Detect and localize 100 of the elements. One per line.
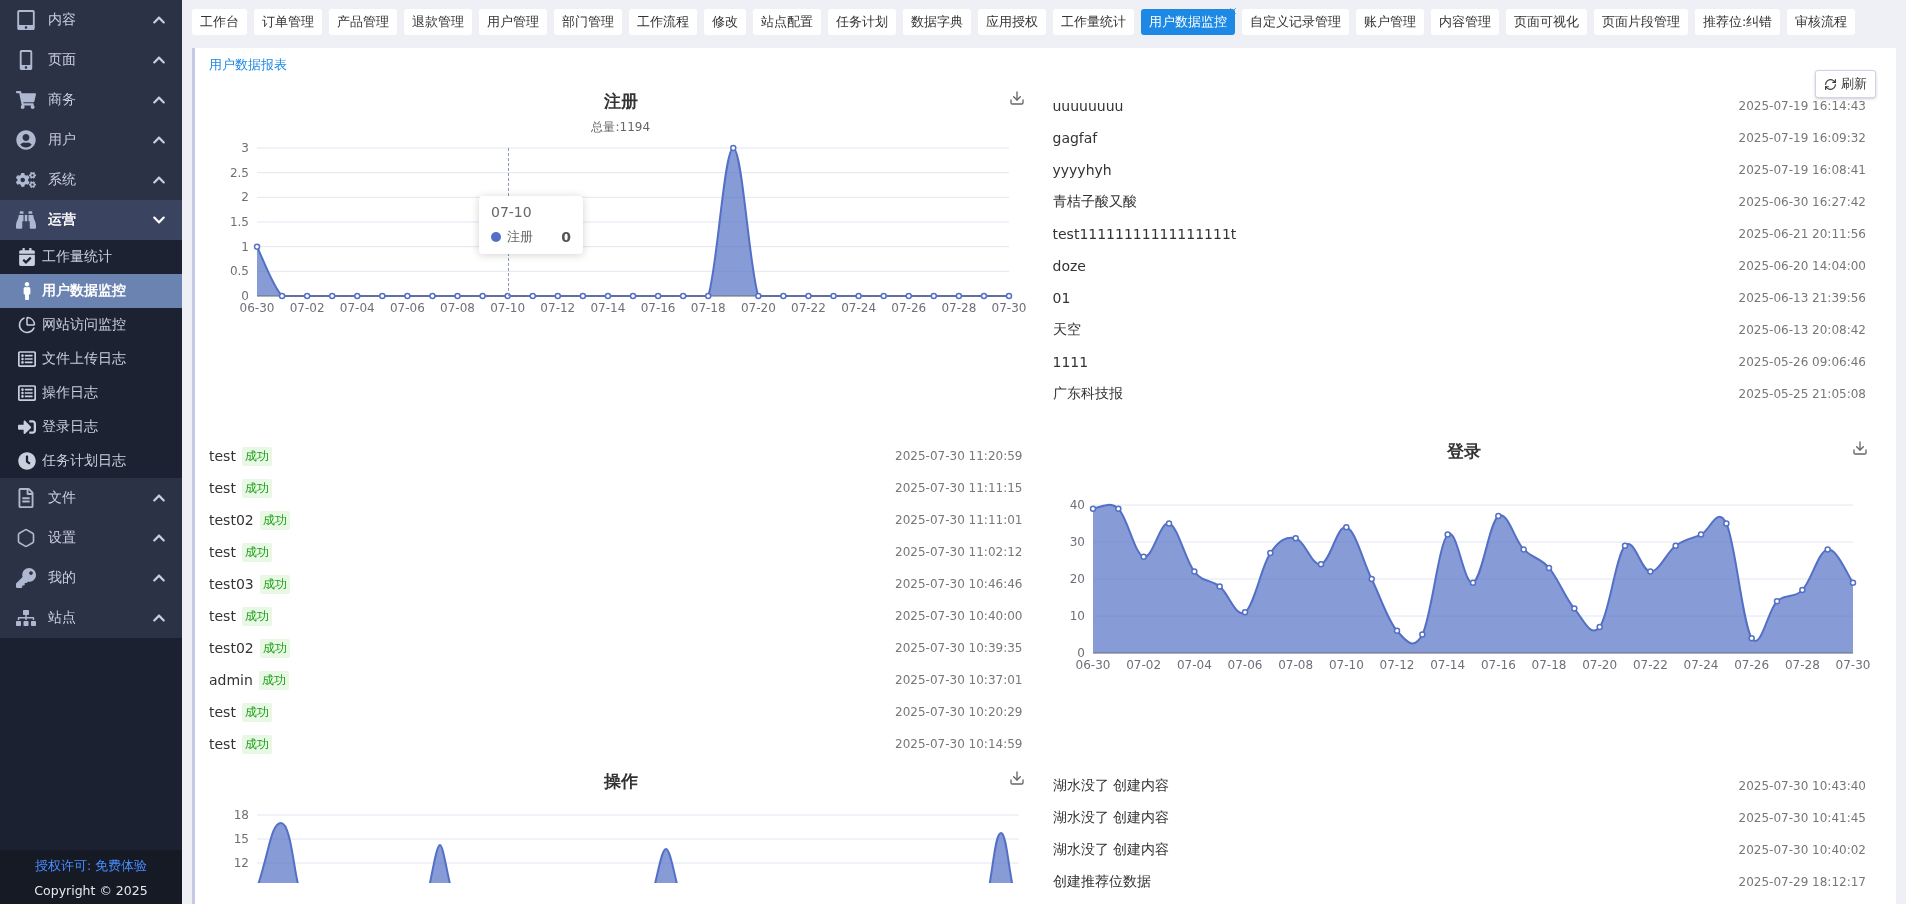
tooltip-value: 0: [561, 229, 571, 245]
operation-text: 湖水没了 创建内容: [1052, 809, 1169, 827]
user-name: 天空: [1052, 321, 1081, 339]
axis-label: 07-08: [440, 301, 475, 315]
axis-label: 07-14: [1429, 658, 1465, 672]
timestamp: 2025-07-19 16:08:41: [1738, 163, 1866, 177]
timestamp: 2025-07-30 11:11:15: [895, 481, 1023, 495]
user-name: 01: [1052, 290, 1071, 306]
timestamp: 2025-07-30 11:11:01: [895, 513, 1023, 527]
axis-label: 2.5: [229, 165, 249, 180]
axis-label: 06-30: [1075, 658, 1110, 672]
user-name: test: [209, 544, 236, 560]
axis-label: 07-04: [1176, 658, 1212, 672]
axis-label: 18: [233, 808, 249, 822]
axis-label: 2: [241, 190, 249, 205]
axis-label: 07-28: [941, 301, 977, 315]
timestamp: 2025-07-19 16:14:43: [1738, 99, 1866, 113]
axis-label: 07-28: [1784, 658, 1820, 672]
status-tag: 成功: [258, 670, 289, 690]
operation-text: 湖水没了 创建内容: [1052, 841, 1169, 859]
timestamp: 2025-06-20 14:04:00: [1738, 259, 1866, 273]
timestamp: 2025-07-19 16:09:32: [1738, 131, 1866, 145]
status-tag: 成功: [259, 574, 290, 594]
axis-label: 1: [241, 239, 249, 254]
axis-label: 07-02: [289, 301, 325, 315]
timestamp: 2025-06-13 21:39:56: [1738, 291, 1866, 305]
user-name: test02: [209, 640, 254, 656]
tooltip-date: 07-10: [491, 204, 533, 220]
axis-label: 07-04: [339, 301, 375, 315]
axis-label: 07-20: [740, 301, 776, 315]
axis-label: 3: [241, 141, 249, 155]
user-name: test: [209, 736, 236, 752]
chart-title: 注册: [603, 90, 638, 113]
axis-label: 07-30: [991, 301, 1027, 315]
status-tag: 成功: [241, 734, 272, 754]
axis-label: 0.5: [229, 264, 249, 279]
user-name: 1111: [1052, 354, 1089, 370]
axis-label: 1.5: [229, 215, 249, 229]
user-name: test: [209, 480, 236, 496]
timestamp: 2025-05-26 09:06:46: [1738, 355, 1866, 369]
timestamp: 2025-07-30 10:14:59: [895, 737, 1023, 751]
timestamp: 2025-07-30 10:20:29: [895, 705, 1023, 719]
user-name: doze: [1052, 258, 1086, 274]
axis-label: 07-26: [1733, 658, 1769, 672]
axis-label: 07-18: [1531, 658, 1566, 672]
tooltip-series: 注册: [507, 228, 533, 246]
status-tag: 成功: [241, 702, 272, 722]
axis-label: 12: [233, 856, 249, 870]
status-tag: 成功: [241, 542, 272, 562]
axis-label: 07-22: [791, 301, 826, 315]
axis-label: 0: [241, 289, 249, 303]
axis-label: 07-06: [389, 301, 425, 315]
axis-label: 07-08: [1277, 658, 1313, 672]
axis-label: 07-24: [841, 301, 877, 315]
timestamp: 2025-05-25 21:05:08: [1738, 387, 1866, 401]
axis-label: 07-16: [1480, 658, 1516, 672]
axis-label: 07-10: [490, 301, 526, 315]
user-name: uuuuuuuu: [1052, 98, 1124, 114]
timestamp: 2025-07-30 11:02:12: [895, 545, 1023, 559]
axis-label: 07-12: [540, 301, 576, 315]
axis-label: 07-06: [1227, 658, 1262, 672]
timestamp: 2025-06-13 20:08:42: [1738, 323, 1866, 337]
user-name: admin: [209, 672, 253, 688]
user-name: 青桔子酸又酸: [1052, 193, 1137, 211]
user-name: test: [209, 704, 236, 720]
axis-label: 07-30: [1835, 658, 1870, 672]
user-name: 广东科技报: [1052, 385, 1123, 403]
chart-subtitle: 总量:1194: [591, 119, 651, 136]
axis-label: 07-22: [1632, 658, 1668, 672]
copyright-text: Copyright © 2025: [34, 883, 148, 898]
timestamp: 2025-07-30 10:41:45: [1738, 811, 1866, 825]
timestamp: 2025-07-30 10:43:40: [1738, 779, 1866, 793]
status-tag: 成功: [259, 638, 290, 658]
status-tag: 成功: [241, 478, 272, 498]
user-name: test: [209, 448, 236, 464]
status-tag: 成功: [241, 446, 272, 466]
user-name: test02: [209, 512, 254, 528]
axis-label: 07-16: [640, 301, 676, 315]
axis-label: 0: [1076, 646, 1085, 660]
user-name: gagfaf: [1052, 130, 1098, 146]
license-text: 授权许可: 免费体验: [34, 858, 148, 875]
status-tag: 成功: [259, 510, 290, 530]
axis-label: 07-14: [590, 301, 626, 315]
timestamp: 2025-07-30 10:40:00: [895, 609, 1023, 623]
axis-label: 07-26: [891, 301, 927, 315]
timestamp: 2025-07-29 18:12:17: [1738, 875, 1866, 889]
axis-label: 07-24: [1683, 658, 1718, 672]
axis-label: 40: [1069, 498, 1085, 512]
axis-label: 07-02: [1125, 658, 1161, 672]
timestamp: 2025-07-30 10:40:02: [1738, 843, 1866, 857]
axis-label: 07-20: [1581, 658, 1617, 672]
axis-label: 20: [1069, 572, 1085, 586]
user-name: yyyyhyh: [1052, 162, 1112, 178]
operation-text: 湖水没了 创建内容: [1052, 777, 1169, 795]
axis-label: 07-12: [1379, 658, 1414, 672]
user-name: test03: [209, 576, 254, 592]
timestamp: 2025-07-30 11:20:59: [895, 449, 1023, 463]
timestamp: 2025-06-30 16:27:42: [1738, 195, 1866, 209]
axis-label: 07-10: [1328, 658, 1364, 672]
axis-label: 15: [233, 832, 249, 846]
